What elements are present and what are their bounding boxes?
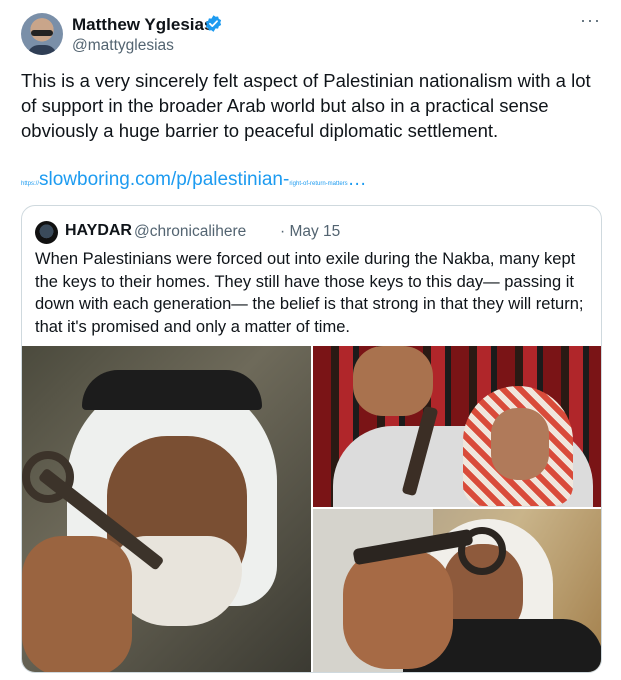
article-link[interactable]: https://slowboring.com/p/palestinian-rig… (21, 169, 367, 191)
link-main: slowboring.com/p/palestinian- (39, 169, 290, 190)
photo-woman-with-key[interactable] (313, 509, 601, 672)
avatar-shirt (27, 45, 57, 55)
quote-date[interactable]: · May 15 (280, 223, 340, 241)
photo-man-holding-key[interactable] (22, 346, 311, 672)
tweet-text: This is a very sincerely felt aspect of … (21, 70, 591, 141)
quote-text: When Palestinians were forced out into e… (35, 250, 584, 336)
hand (343, 549, 453, 669)
tweet: Matthew Yglesias @mattyglesias ··· This … (0, 0, 621, 680)
agal (82, 370, 262, 410)
face (491, 408, 549, 480)
link-prefix: https:// (21, 181, 40, 187)
photo-elder-with-key[interactable] (313, 346, 601, 507)
avatar-glasses (31, 30, 53, 36)
more-options-icon[interactable]: ··· (580, 10, 601, 31)
author-name[interactable]: Matthew Yglesias (72, 15, 213, 35)
link-ellipsis: … (347, 169, 367, 190)
quoted-tweet[interactable]: HAYDAR @chronicalihere · May 15 When Pal… (21, 205, 602, 673)
hand (22, 536, 132, 672)
quote-author-name[interactable]: HAYDAR (65, 222, 132, 240)
link-suffix: right-of-return-matters (289, 181, 348, 187)
hand (353, 346, 433, 416)
key-icon (458, 527, 506, 575)
quote-author-avatar[interactable] (35, 221, 58, 244)
verified-badge-icon[interactable] (204, 14, 223, 33)
author-handle[interactable]: @mattyglesias (72, 37, 174, 55)
quote-author-handle[interactable]: @chronicalihere (134, 223, 246, 241)
author-avatar[interactable] (21, 13, 63, 55)
